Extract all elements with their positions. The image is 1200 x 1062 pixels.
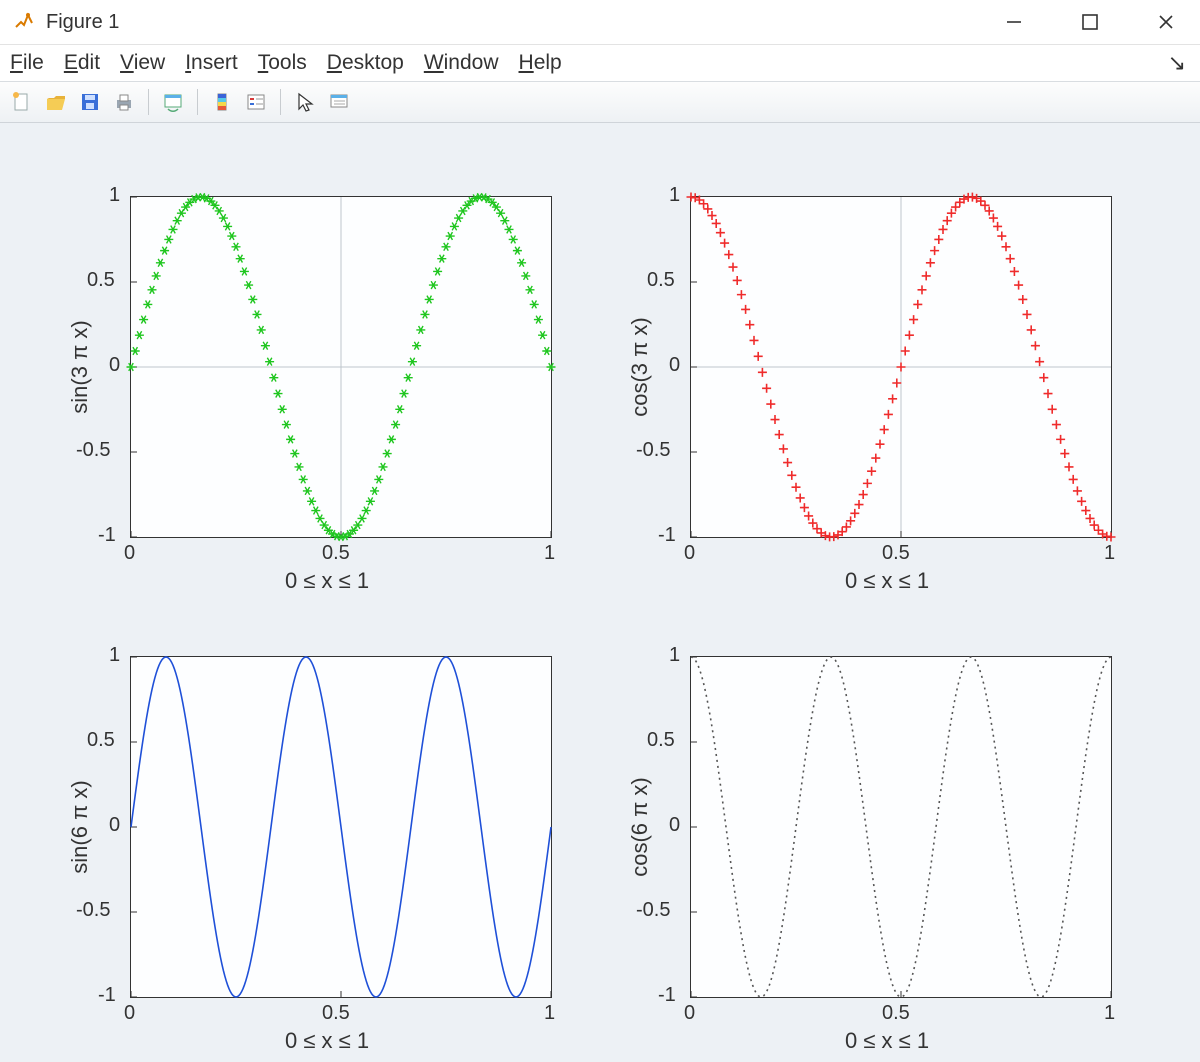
- ytick-label: -0.5: [76, 899, 124, 922]
- xtick-label: 0: [684, 542, 695, 565]
- menu-help[interactable]: Help: [519, 51, 562, 75]
- axes-box[interactable]: [130, 196, 552, 538]
- ylabel: sin(6 π x): [67, 767, 93, 887]
- ytick-label: -1: [98, 524, 124, 547]
- xlabel: 0 ≤ x ≤ 1: [845, 568, 929, 594]
- ylabel: cos(6 π x): [627, 767, 653, 887]
- xlabel: 0 ≤ x ≤ 1: [285, 568, 369, 594]
- subplot-ax2[interactable]: -1 -0.5 0 0.5 1 0 0.5 1 0 ≤ x ≤ 1 cos(3 π x): [600, 176, 1140, 606]
- xlabel: 0 ≤ x ≤ 1: [845, 1028, 929, 1054]
- ytick-label: -1: [658, 984, 684, 1007]
- series-line: [131, 657, 551, 997]
- xtick-label: 1: [1104, 1002, 1115, 1025]
- subplot-ax4[interactable]: -1 -0.5 0 0.5 1 0 0.5 1 0 ≤ x ≤ 1 cos(6 π x): [600, 636, 1140, 1062]
- axes-box[interactable]: [690, 196, 1112, 538]
- xtick-label: 1: [544, 542, 555, 565]
- ytick-label: 1: [669, 184, 684, 207]
- ytick-label: 0: [669, 814, 684, 837]
- new-file-icon[interactable]: [8, 88, 36, 116]
- xtick-label: 0.5: [882, 542, 910, 565]
- ytick-label: 1: [109, 184, 124, 207]
- open-file-icon[interactable]: [42, 88, 70, 116]
- xlabel: 0 ≤ x ≤ 1: [285, 1028, 369, 1054]
- series-line: [691, 657, 1111, 997]
- menu-insert[interactable]: Insert: [185, 51, 238, 75]
- menu-edit[interactable]: Edit: [64, 51, 100, 75]
- plot-ax3: [131, 657, 551, 997]
- xtick-label: 0: [684, 1002, 695, 1025]
- plot-ax4: [691, 657, 1111, 997]
- axes-box[interactable]: [130, 656, 552, 998]
- ytick-label: 0.5: [647, 269, 684, 292]
- toolbar-separator: [280, 89, 281, 115]
- subplot-ax1[interactable]: -1 -0.5 0 0.5 1 0 0.5 1 0 ≤ x ≤ 1 sin(3 π x): [40, 176, 580, 606]
- figure-canvas: -1 -0.5 0 0.5 1 0 0.5 1 0 ≤ x ≤ 1 sin(3 π x) -1 -0.…: [0, 126, 1200, 1062]
- ytick-label: 0: [109, 354, 124, 377]
- ylabel: sin(3 π x): [67, 307, 93, 427]
- ytick-label: -0.5: [636, 439, 684, 462]
- ytick-label: 0.5: [87, 729, 124, 752]
- minimize-button[interactable]: [1000, 8, 1028, 36]
- ytick-label: -1: [98, 984, 124, 1007]
- ytick-label: 0: [669, 354, 684, 377]
- link-figure-icon[interactable]: [159, 88, 187, 116]
- print-icon[interactable]: [110, 88, 138, 116]
- save-icon[interactable]: [76, 88, 104, 116]
- window-title: Figure 1: [46, 11, 119, 34]
- matlab-figure-icon: [12, 10, 36, 34]
- titlebar: Figure 1: [0, 0, 1200, 44]
- maximize-button[interactable]: [1076, 8, 1104, 36]
- pointer-icon[interactable]: [291, 88, 319, 116]
- xtick-label: 0: [124, 1002, 135, 1025]
- ytick-label: 0.5: [87, 269, 124, 292]
- ylabel: cos(3 π x): [627, 307, 653, 427]
- ytick-label: 0: [109, 814, 124, 837]
- menubar: File Edit View Insert Tools Desktop Wind…: [0, 44, 1200, 81]
- subplot-ax3[interactable]: -1 -0.5 0 0.5 1 0 0.5 1 0 ≤ x ≤ 1 sin(6 π x): [40, 636, 580, 1062]
- toolbar-separator: [148, 89, 149, 115]
- menu-tools[interactable]: Tools: [258, 51, 307, 75]
- ytick-label: 0.5: [647, 729, 684, 752]
- window-controls: [1000, 8, 1188, 36]
- ytick-label: 1: [109, 644, 124, 667]
- ytick-label: 1: [669, 644, 684, 667]
- ytick-label: -0.5: [76, 439, 124, 462]
- axes-box[interactable]: [690, 656, 1112, 998]
- toolbar-separator: [197, 89, 198, 115]
- xtick-label: 1: [544, 1002, 555, 1025]
- xtick-label: 0: [124, 542, 135, 565]
- toolbar: [0, 81, 1200, 123]
- menu-desktop[interactable]: Desktop: [327, 51, 404, 75]
- menu-file[interactable]: File: [10, 51, 44, 75]
- plot-ax2: [691, 197, 1111, 537]
- close-button[interactable]: [1152, 8, 1180, 36]
- plot-ax1: [131, 197, 551, 537]
- colorbar-icon[interactable]: [208, 88, 236, 116]
- data-tips-icon[interactable]: [325, 88, 353, 116]
- menu-window[interactable]: Window: [424, 51, 499, 75]
- xtick-label: 0.5: [322, 542, 350, 565]
- figure-window: Figure 1 File Edit View Insert Tools Des…: [0, 0, 1200, 1062]
- ytick-label: -0.5: [636, 899, 684, 922]
- menu-view[interactable]: View: [120, 51, 165, 75]
- menu-overflow-icon[interactable]: ↘: [1168, 50, 1190, 76]
- xtick-label: 0.5: [882, 1002, 910, 1025]
- ytick-label: -1: [658, 524, 684, 547]
- xtick-label: 0.5: [322, 1002, 350, 1025]
- xtick-label: 1: [1104, 542, 1115, 565]
- legend-icon[interactable]: [242, 88, 270, 116]
